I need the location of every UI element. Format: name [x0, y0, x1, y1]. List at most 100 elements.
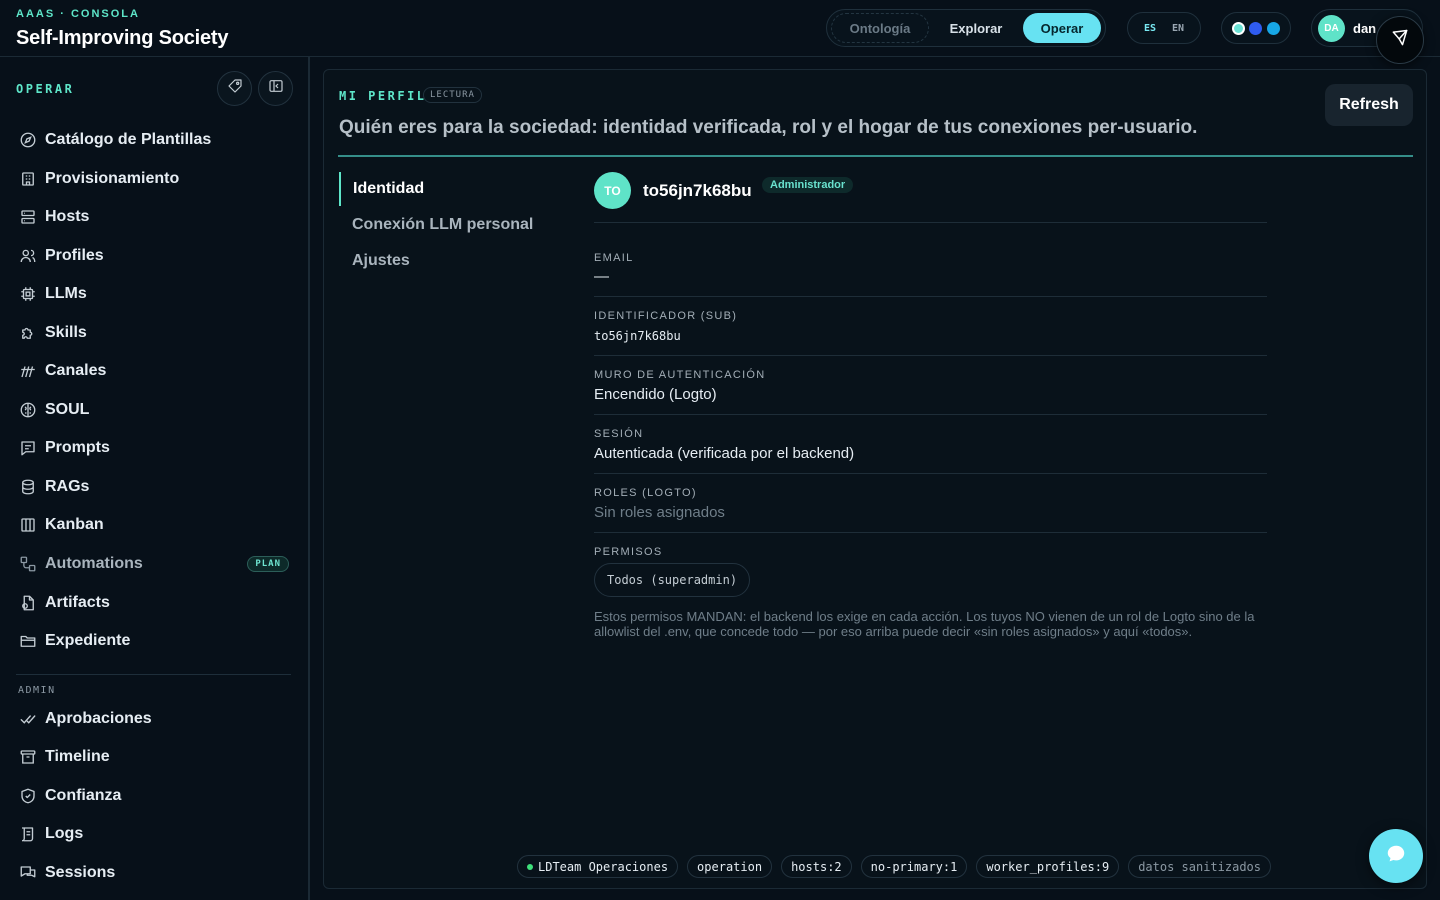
language-es-button[interactable]: ES [1144, 23, 1156, 34]
sidebar-item-label: Sessions [45, 864, 116, 881]
sidebar-item-aprobaciones[interactable]: Aprobaciones [16, 703, 292, 735]
sidebar-item-label: LLMs [45, 285, 87, 302]
sidebar-item-label: Kanban [45, 516, 104, 533]
workflow-icon [16, 552, 40, 576]
tab-identidad[interactable]: Identidad [339, 172, 559, 206]
sidebar-section-admin: ADMIN [18, 685, 56, 696]
permissions-label: PERMISOS [594, 546, 663, 558]
sidebar-item-catalogo[interactable]: Catálogo de Plantillas [16, 124, 292, 156]
tag-filter-button[interactable] [217, 71, 252, 106]
panel-left-icon [268, 78, 284, 99]
roles-label: ROLES (LOGTO) [594, 487, 697, 499]
auth-wall-value: Encendido (Logto) [594, 386, 717, 403]
sidebar-item-rags[interactable]: RAGs [16, 471, 292, 503]
roles-value: Sin roles asignados [594, 504, 725, 521]
check-double-icon [16, 707, 40, 731]
sidebar-item-confianza[interactable]: Confianza [16, 780, 292, 812]
email-label: EMAIL [594, 252, 634, 264]
read-only-badge: LECTURA [423, 87, 482, 103]
sidebar-item-kanban[interactable]: Kanban [16, 509, 292, 541]
divider [594, 532, 1267, 533]
sidebar-item-provisionamiento[interactable]: Provisionamiento [16, 163, 292, 195]
mode-explorar-button[interactable]: Explorar [929, 13, 1023, 43]
sidebar-item-automations[interactable]: Automations PLAN [16, 548, 292, 580]
sidebar-item-label: Profiles [45, 247, 104, 264]
sidebar-item-label: Aprobaciones [45, 710, 152, 727]
sidebar-item-expediente[interactable]: Expediente [16, 625, 292, 657]
compass-icon [16, 128, 40, 152]
brain-icon [16, 398, 40, 422]
mode-switch: Ontología Explorar Operar [826, 9, 1106, 47]
divider [594, 222, 1267, 223]
theme-sky-swatch[interactable] [1266, 21, 1280, 35]
header-divider [338, 155, 1413, 157]
sidebar-item-label: Provisionamiento [45, 170, 180, 187]
sub-label: IDENTIFICADOR (SUB) [594, 310, 738, 322]
top-bar: AAAS · CONSOLA Self-Improving Society On… [0, 0, 1440, 57]
sidebar-item-label: Skills [45, 324, 87, 341]
sidebar-item-profiles[interactable]: Profiles [16, 240, 292, 272]
sidebar-item-label: Catálogo de Plantillas [45, 131, 212, 148]
divider [594, 414, 1267, 415]
theme-teal-swatch[interactable] [1232, 21, 1246, 35]
chat-assistant-button[interactable] [1369, 829, 1423, 883]
tab-conexion-llm[interactable]: Conexión LLM personal [339, 208, 559, 242]
building-icon [16, 167, 40, 191]
sidebar-item-canales[interactable]: Canales [16, 355, 292, 387]
message-square-icon [16, 436, 40, 460]
tab-ajustes[interactable]: Ajustes [339, 244, 559, 278]
brand-kicker: AAAS · CONSOLA [16, 8, 140, 20]
columns-icon [16, 513, 40, 537]
context-tag: hosts:2 [781, 855, 852, 878]
context-tag: no-primary:1 [860, 855, 968, 878]
avatar: TO [594, 172, 631, 209]
sidebar-item-skills[interactable]: Skills [16, 317, 292, 349]
theme-blue-swatch[interactable] [1249, 21, 1263, 35]
database-icon [16, 475, 40, 499]
team-tag-label: LDTeam Operaciones [538, 859, 669, 874]
collapse-sidebar-button[interactable] [258, 71, 293, 106]
sidebar-item-sessions[interactable]: Sessions [16, 857, 292, 889]
sidebar-item-label: Logs [45, 825, 84, 842]
sidebar-item-label: Expediente [45, 632, 131, 649]
refresh-button[interactable]: Refresh [1325, 84, 1413, 126]
team-tag: LDTeam Operaciones [517, 855, 679, 878]
shield-icon [16, 784, 40, 808]
permission-chip: Todos (superadmin) [594, 563, 751, 597]
auth-wall-label: MURO DE AUTENTICACIÓN [594, 369, 766, 381]
paper-plane-icon [1390, 28, 1410, 53]
sidebar-item-prompts[interactable]: Prompts [16, 432, 292, 464]
sidebar-item-timeline[interactable]: Timeline [16, 741, 292, 773]
profile-name: to56jn7k68bu [643, 181, 752, 200]
app-title: Self-Improving Society [16, 27, 229, 49]
sidebar-item-label: Prompts [45, 439, 110, 456]
profile-panel: MI PERFIL LECTURA Quién eres para la soc… [323, 69, 1427, 889]
status-dot [527, 863, 533, 870]
sidebar-item-label: Confianza [45, 787, 122, 804]
mode-operar-button[interactable]: Operar [1023, 13, 1101, 43]
server-icon [16, 205, 40, 229]
profile-header: TO to56jn7k68bu Administrador [594, 172, 1267, 224]
sidebar-item-hosts[interactable]: Hosts [16, 201, 292, 233]
signal-icon [16, 359, 40, 383]
sidebar-divider [16, 674, 291, 675]
divider [594, 473, 1267, 474]
divider [594, 355, 1267, 356]
sidebar: OPERAR Catálogo de Plantillas Provisiona… [0, 57, 310, 900]
divider [594, 296, 1267, 297]
context-tag: operation [687, 855, 773, 878]
puzzle-icon [16, 321, 40, 345]
archive-icon [16, 745, 40, 769]
language-switch: ES EN [1127, 12, 1201, 44]
mode-ontologia-button[interactable]: Ontología [831, 13, 929, 43]
sidebar-item-llms[interactable]: LLMs [16, 278, 292, 310]
sidebar-item-logs[interactable]: Logs [16, 818, 292, 850]
sidebar-item-soul[interactable]: SOUL [16, 394, 292, 426]
sidebar-item-artifacts[interactable]: Artifacts [16, 587, 292, 619]
sidebar-item-label: Canales [45, 362, 107, 379]
language-en-button[interactable]: EN [1172, 23, 1184, 34]
role-badge: Administrador [762, 177, 854, 193]
sidebar-item-label: Automations [45, 555, 143, 572]
send-feedback-button[interactable] [1376, 16, 1424, 64]
page-kicker: MI PERFIL [339, 89, 427, 103]
